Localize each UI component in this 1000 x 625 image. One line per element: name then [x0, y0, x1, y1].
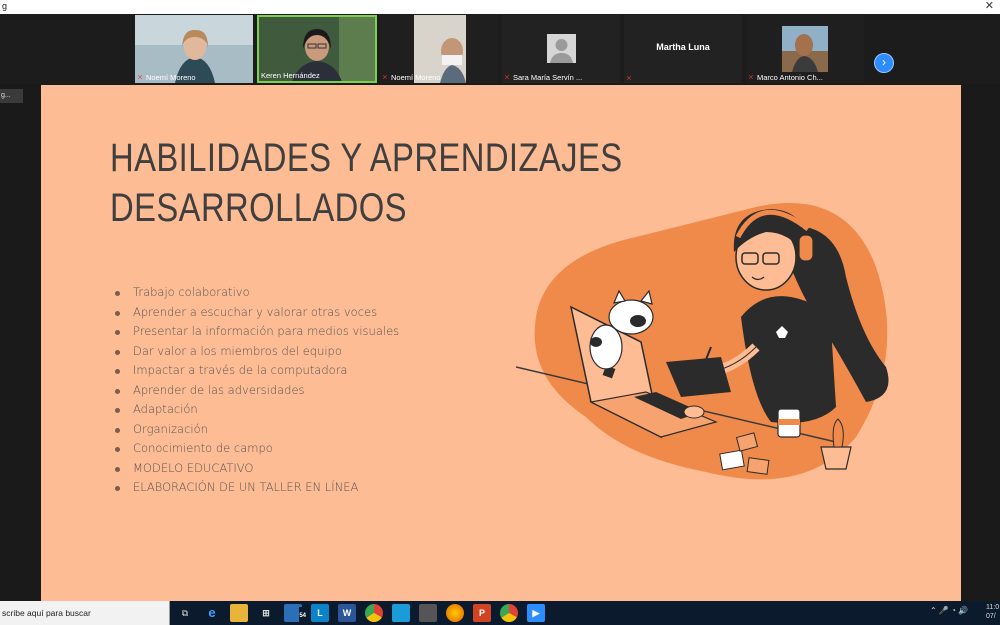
next-participants-button[interactable]: ›: [874, 53, 894, 73]
zoom-icon[interactable]: ▶: [527, 604, 545, 622]
list-item: Presentar la información para medios vis…: [113, 324, 399, 344]
mic-muted-icon: ⨯: [137, 74, 143, 81]
list-item: MODELO EDUCATIVO: [113, 461, 399, 481]
calculator-icon[interactable]: [392, 604, 410, 622]
participant-label: ⨯ Noemí Moreno: [382, 73, 441, 82]
edge-icon[interactable]: e: [203, 604, 221, 622]
shared-slide: HABILIDADES Y APRENDIZAJES DESARROLLADOS…: [41, 85, 961, 601]
participant-tile[interactable]: ⨯ Sara María Servín ...: [502, 15, 620, 83]
woman-laptop-cat-illustration: [516, 203, 889, 480]
windows-taskbar: scribe aquí para buscar ⧉ e ⊞ 54 L W P ▶…: [0, 601, 1000, 625]
slide-title-line2: DESARROLLADOS: [110, 186, 407, 230]
firefox-icon[interactable]: [446, 604, 464, 622]
chrome-icon[interactable]: [365, 604, 383, 622]
mic-muted-icon: ⨯: [504, 74, 510, 81]
participant-tile[interactable]: ⨯ Noemí Moreno: [380, 15, 498, 83]
mail-badge: 54: [299, 607, 306, 625]
word-icon[interactable]: W: [338, 604, 356, 622]
task-view-icon[interactable]: ⧉: [176, 604, 194, 622]
participant-label: ⨯ Marco Antonio Ch...: [748, 73, 823, 82]
calculator-alt-icon[interactable]: [419, 604, 437, 622]
list-item: Dar valor a los miembros del equipo: [113, 344, 399, 364]
list-item: Trabajo colaborativo: [113, 285, 399, 305]
list-item: Organización: [113, 422, 399, 442]
window-title: g: [2, 1, 8, 11]
participant-tile[interactable]: Martha Luna ⨯: [624, 15, 742, 83]
taskbar-clock[interactable]: 11:0 07/: [986, 603, 999, 621]
participant-strip: ⨯ Noemí Moreno Keren Hernández ⨯ Noemí Mor…: [0, 14, 1000, 84]
list-item: Impactar a través de la computadora: [113, 363, 399, 383]
clock-time: 11:0: [986, 604, 1000, 611]
participant-name-display: Martha Luna: [656, 42, 710, 52]
system-tray[interactable]: ⌃ 🎤 ◔ 🔊: [930, 606, 968, 615]
powerpoint-icon[interactable]: P: [473, 604, 491, 622]
list-item: ELABORACIÓN DE UN TALLER EN LÍNEA: [113, 480, 399, 500]
mic-muted-icon: ⨯: [382, 74, 388, 81]
taskbar-apps: ⧉ e ⊞ 54 L W P ▶: [176, 604, 545, 625]
close-icon[interactable]: ✕: [985, 0, 994, 12]
linkedin-icon[interactable]: L: [311, 604, 329, 622]
participant-label: ⨯ Noemí Moreno: [137, 73, 196, 82]
mail-icon[interactable]: 54: [284, 604, 306, 625]
taskbar-search-input[interactable]: scribe aquí para buscar: [0, 601, 170, 625]
window-titlebar: g ✕: [0, 0, 1000, 15]
slide-title-line1: HABILIDADES Y APRENDIZAJES: [110, 136, 623, 180]
list-item: Aprender a escuchar y valorar otras voce…: [113, 305, 399, 325]
chrome-alt-icon[interactable]: [500, 604, 518, 622]
list-item: Aprender de las adversidades: [113, 383, 399, 403]
side-panel-tab[interactable]: g...: [0, 89, 23, 103]
mic-muted-icon: ⨯: [626, 75, 632, 82]
participant-tile-active-speaker[interactable]: Keren Hernández: [257, 15, 377, 83]
participant-label: Keren Hernández: [261, 71, 320, 80]
mic-muted-icon: ⨯: [748, 74, 754, 81]
file-explorer-icon[interactable]: [230, 604, 248, 622]
participant-label: ⨯ Sara María Servín ...: [504, 73, 583, 82]
participant-tile[interactable]: ⨯ Marco Antonio Ch...: [746, 15, 864, 83]
list-item: Conocimiento de campo: [113, 441, 399, 461]
participant-label: ⨯: [626, 75, 633, 82]
skills-list: Trabajo colaborativo Aprender a escuchar…: [113, 285, 399, 500]
store-icon[interactable]: ⊞: [257, 604, 275, 622]
participant-tile[interactable]: ⨯ Noemí Moreno: [135, 15, 253, 83]
clock-date: 07/: [986, 613, 996, 620]
list-item: Adaptación: [113, 402, 399, 422]
